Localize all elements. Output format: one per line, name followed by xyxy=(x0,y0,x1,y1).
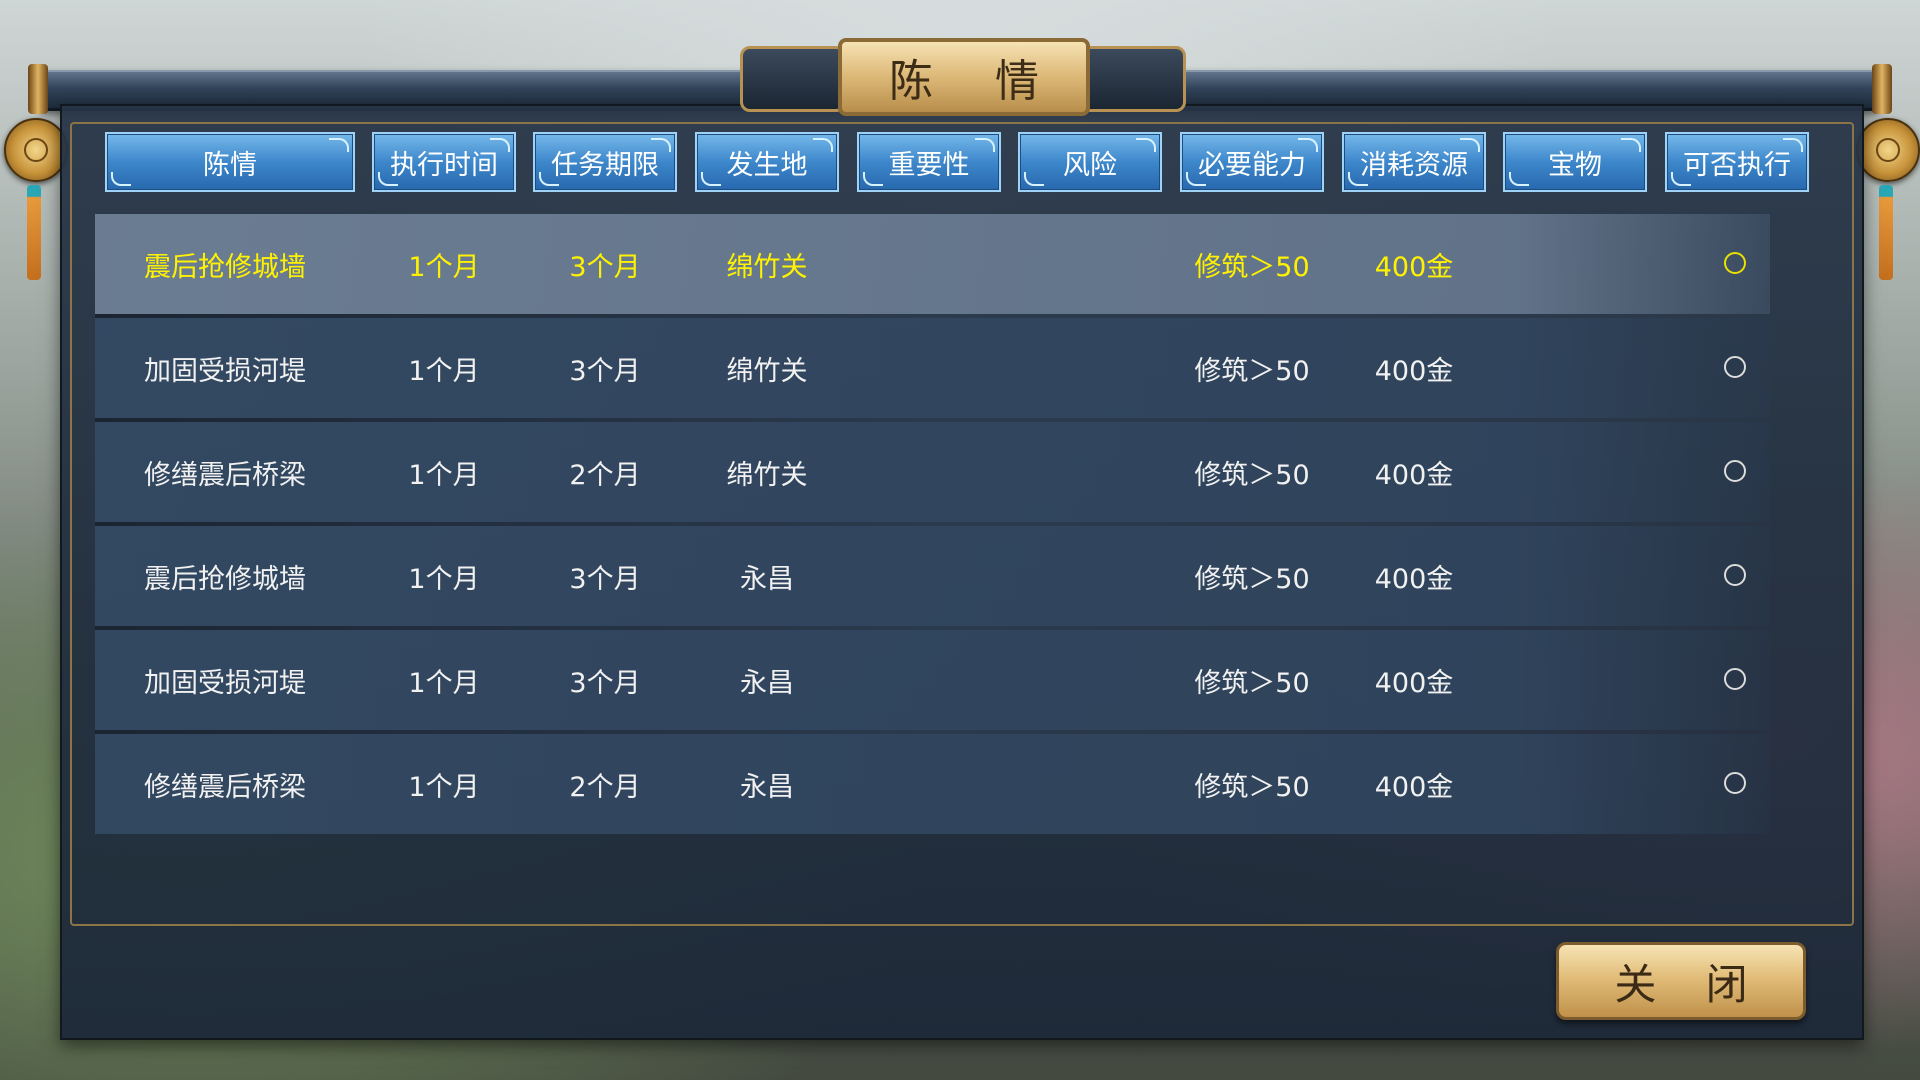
cell-exec-time: 1个月 xyxy=(408,667,480,699)
table-row[interactable]: 震后抢修城墙 1个月 3个月 绵竹关 修筑＞50 400金 xyxy=(95,214,1770,318)
cell-ability: 修筑＞50 xyxy=(1194,563,1310,595)
cell-resource: 400金 xyxy=(1374,459,1454,491)
cell-deadline: 3个月 xyxy=(569,563,641,595)
tassel-right-icon xyxy=(1879,185,1893,280)
column-tabs: 陈情 执行时间 任务期限 发生地 重要性 风险 必要能力 消耗资源 宝物 可否执… xyxy=(0,132,1920,196)
title-ornament-left-icon xyxy=(740,46,846,112)
tab-required-ability[interactable]: 必要能力 xyxy=(1180,132,1324,192)
cell-resource: 400金 xyxy=(1374,771,1454,803)
cell-petition: 修缮震后桥梁 xyxy=(144,771,306,803)
cell-deadline: 3个月 xyxy=(569,355,641,387)
table-row[interactable]: 震后抢修城墙 1个月 3个月 永昌 修筑＞50 400金 xyxy=(95,526,1770,630)
executable-radio[interactable] xyxy=(1724,460,1746,482)
cell-exec-time: 1个月 xyxy=(408,459,480,491)
tassel-left-icon xyxy=(27,185,41,280)
cell-location: 永昌 xyxy=(740,563,794,595)
cell-petition: 震后抢修城墙 xyxy=(144,563,306,595)
executable-radio[interactable] xyxy=(1724,668,1746,690)
rod-cap-left xyxy=(28,64,48,114)
executable-radio[interactable] xyxy=(1724,772,1746,794)
executable-radio[interactable] xyxy=(1724,564,1746,586)
executable-radio[interactable] xyxy=(1724,252,1746,274)
cell-ability: 修筑＞50 xyxy=(1194,251,1310,283)
tab-location[interactable]: 发生地 xyxy=(695,132,839,192)
cell-exec-time: 1个月 xyxy=(408,563,480,595)
cell-ability: 修筑＞50 xyxy=(1194,667,1310,699)
tab-importance[interactable]: 重要性 xyxy=(857,132,1001,192)
executable-radio[interactable] xyxy=(1724,356,1746,378)
cell-deadline: 3个月 xyxy=(569,251,641,283)
cell-petition: 震后抢修城墙 xyxy=(144,251,306,283)
tab-risk[interactable]: 风险 xyxy=(1018,132,1162,192)
cell-resource: 400金 xyxy=(1374,355,1454,387)
cell-ability: 修筑＞50 xyxy=(1194,355,1310,387)
cell-exec-time: 1个月 xyxy=(408,355,480,387)
cell-location: 永昌 xyxy=(740,667,794,699)
cell-petition: 修缮震后桥梁 xyxy=(144,459,306,491)
tab-executable[interactable]: 可否执行 xyxy=(1665,132,1809,192)
cell-resource: 400金 xyxy=(1374,251,1454,283)
petition-list: 震后抢修城墙 1个月 3个月 绵竹关 修筑＞50 400金 加固受损河堤 1个月… xyxy=(95,214,1770,838)
table-row[interactable]: 加固受损河堤 1个月 3个月 绵竹关 修筑＞50 400金 xyxy=(95,318,1770,422)
cell-location: 绵竹关 xyxy=(726,251,808,283)
window-title: 陈 情 xyxy=(838,38,1090,116)
cell-exec-time: 1个月 xyxy=(408,771,480,803)
cell-deadline: 3个月 xyxy=(569,667,641,699)
cell-location: 绵竹关 xyxy=(726,459,808,491)
title-plaque: 陈 情 xyxy=(740,36,1186,116)
table-row[interactable]: 修缮震后桥梁 1个月 2个月 绵竹关 修筑＞50 400金 xyxy=(95,422,1770,526)
close-button[interactable]: 关 闭 xyxy=(1556,942,1806,1020)
title-ornament-right-icon xyxy=(1080,46,1186,112)
cell-location: 永昌 xyxy=(740,771,794,803)
cell-petition: 加固受损河堤 xyxy=(144,667,306,699)
table-row[interactable]: 加固受损河堤 1个月 3个月 永昌 修筑＞50 400金 xyxy=(95,630,1770,734)
table-row[interactable]: 修缮震后桥梁 1个月 2个月 永昌 修筑＞50 400金 xyxy=(95,734,1770,834)
tab-exec-time[interactable]: 执行时间 xyxy=(372,132,516,192)
tab-treasure[interactable]: 宝物 xyxy=(1503,132,1647,192)
cell-deadline: 2个月 xyxy=(569,771,641,803)
rod-cap-right xyxy=(1872,64,1892,114)
tab-resource-cost[interactable]: 消耗资源 xyxy=(1342,132,1486,192)
tab-deadline[interactable]: 任务期限 xyxy=(533,132,677,192)
cell-location: 绵竹关 xyxy=(726,355,808,387)
cell-ability: 修筑＞50 xyxy=(1194,459,1310,491)
tab-petition[interactable]: 陈情 xyxy=(105,132,355,192)
cell-exec-time: 1个月 xyxy=(408,251,480,283)
cell-resource: 400金 xyxy=(1374,667,1454,699)
cell-resource: 400金 xyxy=(1374,563,1454,595)
cell-deadline: 2个月 xyxy=(569,459,641,491)
cell-petition: 加固受损河堤 xyxy=(144,355,306,387)
cell-ability: 修筑＞50 xyxy=(1194,771,1310,803)
